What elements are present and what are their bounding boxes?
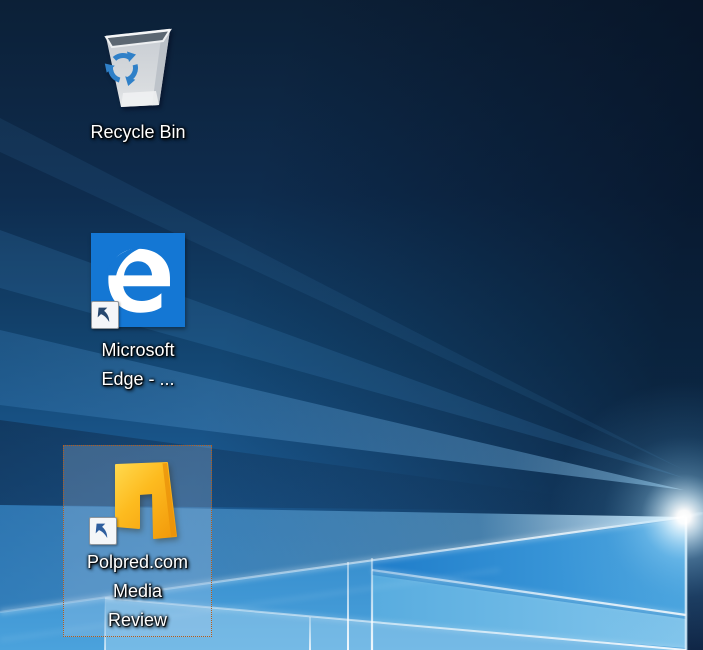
desktop-icon-microsoft-edge[interactable]: Microsoft Edge - ...	[68, 232, 208, 395]
edge-logo-icon	[91, 233, 185, 327]
label-line-3: Review	[64, 606, 211, 635]
icon-label: Recycle Bin	[69, 118, 207, 147]
icon-label: Polpred.com Media Review	[64, 548, 211, 635]
desktop: Recycle Bin Microsoft Edge - ...	[0, 0, 703, 650]
shortcut-arrow-icon	[91, 301, 119, 329]
label-line-1: Polpred.com	[64, 548, 211, 577]
icon-label: Microsoft Edge - ...	[69, 336, 207, 394]
shortcut-arrow-icon	[89, 517, 117, 545]
polpred-logo-icon	[114, 462, 178, 542]
label-line-2: Edge - ...	[69, 365, 207, 394]
desktop-icon-recycle-bin[interactable]: Recycle Bin	[68, 20, 208, 148]
label-line-1: Microsoft	[69, 336, 207, 365]
desktop-icon-polpred-media-review[interactable]: Polpred.com Media Review	[63, 445, 212, 637]
label-line-2: Media	[64, 577, 211, 606]
recycle-bin-icon	[96, 21, 180, 109]
